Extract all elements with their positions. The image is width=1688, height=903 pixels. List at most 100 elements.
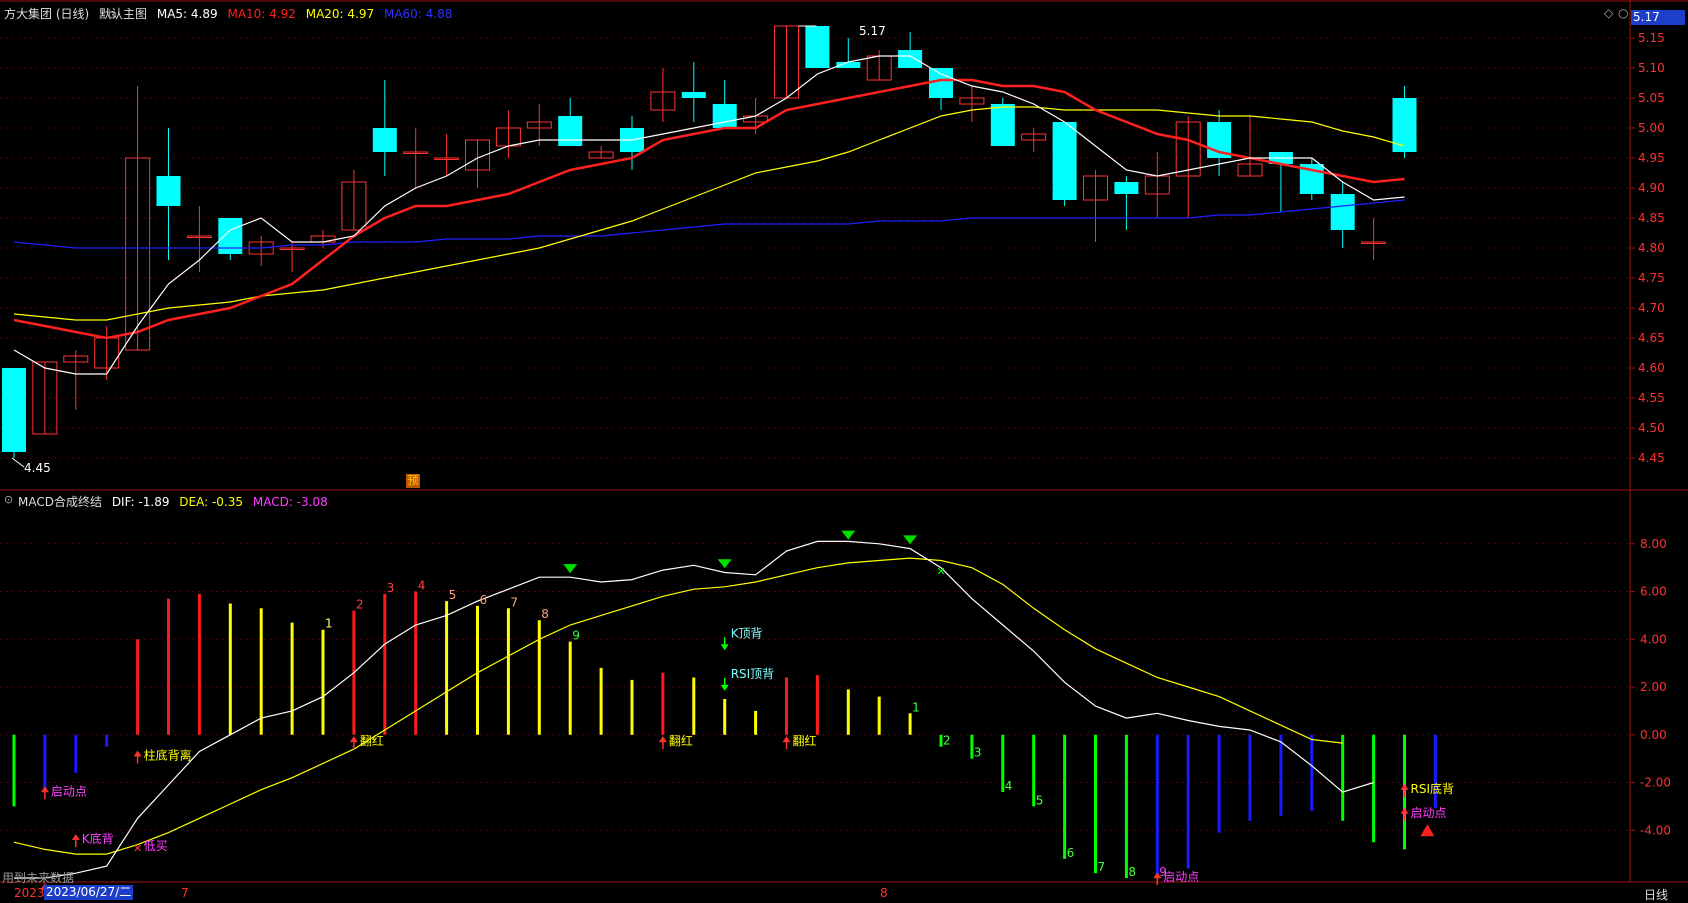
price-axis-label: 4.50 bbox=[1638, 421, 1665, 435]
macd-axis-label: 2.00 bbox=[1640, 680, 1667, 694]
min-pointer-line bbox=[11, 457, 25, 468]
signal-arrow-head bbox=[782, 736, 791, 743]
future-data-note: 用到未来数据 bbox=[2, 871, 75, 885]
ma5-label: MA5: 4.89 bbox=[156, 7, 218, 21]
candle-body-down bbox=[712, 104, 737, 128]
month-8-label: 8 bbox=[880, 886, 888, 900]
ma10-label: MA10: 4.92 bbox=[227, 7, 296, 21]
ma5-line bbox=[13, 55, 1405, 375]
max-price-label: 5.17 bbox=[859, 24, 886, 38]
signal-arrow-head bbox=[349, 736, 358, 743]
stock-chart[interactable]: 5.15 5.10 5.05 5.00 4.95 4.90 4.85 4.80 4.75 4.70… bbox=[0, 0, 1688, 903]
signal-annotation: 柱底背离 bbox=[144, 747, 192, 762]
count-label: 6 bbox=[480, 593, 488, 607]
top-signal-triangle bbox=[717, 559, 732, 569]
signal-annotation: 启动点 bbox=[1411, 806, 1447, 820]
macd-label: MACD: -3.08 bbox=[252, 495, 328, 509]
signal-annotation: 翻红 bbox=[669, 733, 693, 748]
forecast-badge[interactable]: 预 bbox=[406, 474, 420, 488]
ma20-line bbox=[13, 106, 1405, 321]
month-7-label: 7 bbox=[181, 886, 189, 900]
price-axis-label: 5.15 bbox=[1638, 31, 1665, 45]
cross-marker: ✕ bbox=[936, 565, 945, 578]
macd-axis-label: -4.00 bbox=[1640, 823, 1671, 837]
count-label: 8 bbox=[1128, 865, 1136, 879]
ma60-label: MA60: 4.88 bbox=[383, 7, 453, 21]
cursor-date: 2023/06/27/二 bbox=[44, 885, 134, 900]
count-label: 7 bbox=[1098, 860, 1106, 874]
price-axis-label: 4.60 bbox=[1638, 361, 1665, 375]
signal-cross: ✕ bbox=[133, 842, 142, 855]
signal-arrow-head bbox=[1400, 807, 1409, 814]
min-price-label: 4.45 bbox=[24, 461, 51, 475]
count-label: 6 bbox=[1067, 846, 1075, 860]
macd-axis-label: 6.00 bbox=[1640, 585, 1667, 599]
diamond-icon: ◇ bbox=[1604, 6, 1614, 20]
signal-arrow-head bbox=[71, 834, 80, 841]
macd-axis-label: 8.00 bbox=[1640, 537, 1667, 551]
price-axis-label: 5.00 bbox=[1638, 121, 1665, 135]
signal-annotation: 启动点 bbox=[1163, 870, 1199, 884]
count-label: 1 bbox=[325, 617, 333, 631]
signal-arrow-head bbox=[1400, 783, 1409, 790]
candle-body-down bbox=[1330, 194, 1355, 230]
count-label: 5 bbox=[1036, 793, 1044, 807]
signal-annotation: RSI顶背 bbox=[731, 667, 775, 681]
dif-label: DIF: -1.89 bbox=[111, 495, 170, 509]
count-label: 1 bbox=[912, 700, 920, 714]
price-axis-label: 4.95 bbox=[1638, 151, 1665, 165]
count-label: 8 bbox=[541, 607, 549, 621]
price-axis-label: 5.10 bbox=[1638, 61, 1665, 75]
macd-title[interactable]: MACD合成终结 bbox=[18, 495, 102, 509]
signal-annotation: K顶背 bbox=[731, 626, 763, 640]
price-axis-label: 4.70 bbox=[1638, 301, 1665, 315]
signal-arrow-head bbox=[40, 786, 49, 793]
signal-arrow-head bbox=[720, 684, 729, 691]
top-signal-triangle bbox=[903, 535, 918, 545]
dea-line bbox=[13, 557, 1343, 855]
candle-body-down bbox=[805, 26, 830, 68]
ma10-line bbox=[13, 78, 1405, 340]
price-axis-label: 4.65 bbox=[1638, 331, 1665, 345]
price-axis-label: 4.75 bbox=[1638, 271, 1665, 285]
candle-body-down bbox=[2, 368, 26, 452]
signal-annotation: K底背 bbox=[82, 831, 114, 846]
signal-annotation: 翻红 bbox=[360, 733, 384, 748]
candle-body-down bbox=[156, 176, 181, 206]
macd-axis-label: 0.00 bbox=[1640, 728, 1667, 742]
main-chart-menu[interactable]: 默认主图 bbox=[99, 7, 147, 21]
candle-body-down bbox=[1052, 122, 1077, 200]
price-axis-label: 4.80 bbox=[1638, 241, 1665, 255]
candle-body-down bbox=[1114, 182, 1139, 194]
count-label: 3 bbox=[387, 581, 395, 595]
count-label: 9 bbox=[572, 629, 580, 643]
price-axis-label: 4.45 bbox=[1638, 451, 1665, 465]
signal-arrow-head bbox=[658, 736, 667, 743]
count-label: 4 bbox=[1005, 779, 1013, 793]
top-signal-triangle bbox=[563, 564, 578, 574]
count-label: 5 bbox=[449, 588, 457, 602]
candle-body-down bbox=[929, 68, 953, 98]
macd-axis-label: -2.00 bbox=[1640, 776, 1671, 790]
signal-arrow-head bbox=[720, 644, 729, 651]
stock-title[interactable]: 方大集团 (日线) bbox=[4, 7, 89, 21]
candle-body-down bbox=[372, 128, 397, 152]
count-label: 7 bbox=[510, 595, 518, 609]
price-axis-label: 4.90 bbox=[1638, 181, 1665, 195]
dea-label: DEA: -0.35 bbox=[179, 495, 244, 509]
ma20-label: MA20: 4.97 bbox=[305, 7, 375, 21]
signal-arrow-head bbox=[133, 750, 142, 757]
signal-annotation: 低买 bbox=[144, 839, 168, 853]
circle-icon: ○ bbox=[1618, 6, 1628, 20]
price-axis-label: 4.55 bbox=[1638, 391, 1665, 405]
period-label[interactable]: 日线 bbox=[1644, 886, 1668, 903]
signal-annotation: RSI底背 bbox=[1411, 781, 1455, 796]
count-label: 2 bbox=[943, 734, 951, 748]
candle-body-down bbox=[681, 92, 706, 98]
signal-annotation: 翻红 bbox=[793, 733, 817, 748]
price-axis-label: 5.05 bbox=[1638, 91, 1665, 105]
macd-axis-label: 4.00 bbox=[1640, 632, 1667, 646]
count-label: 4 bbox=[418, 579, 426, 593]
count-label: 3 bbox=[974, 746, 982, 760]
macd-menu-icon: ⊙ bbox=[4, 493, 13, 506]
